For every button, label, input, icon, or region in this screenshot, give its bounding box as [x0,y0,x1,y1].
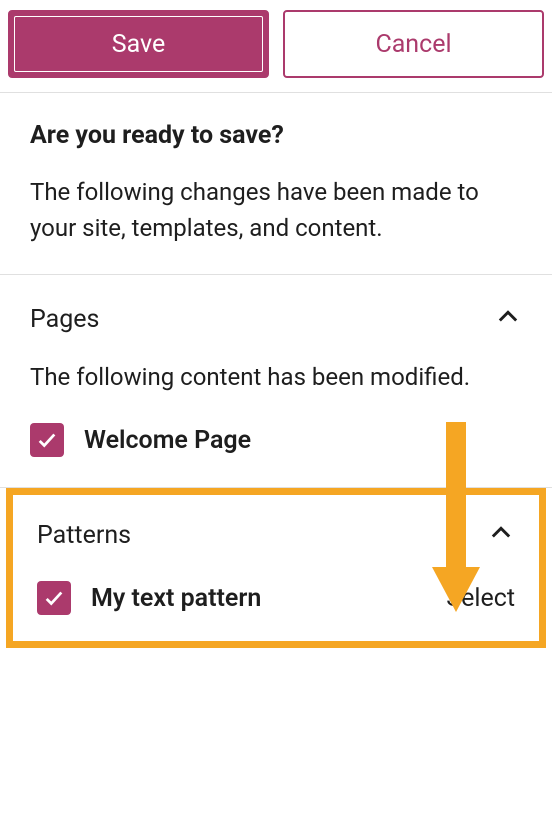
patterns-highlight: Patterns My text pattern Select [6,488,546,648]
patterns-title: Patterns [37,521,131,550]
pages-accordion: Pages The following content has been mod… [0,275,552,487]
checkbox-checked[interactable] [30,423,64,457]
pages-header[interactable]: Pages [0,275,552,335]
checkbox-checked[interactable] [37,581,71,615]
pattern-item: My text pattern Select [37,581,515,615]
chevron-up-icon [494,303,522,335]
check-icon [43,587,65,609]
patterns-body: My text pattern Select [13,551,539,641]
pages-title: Pages [30,305,99,334]
save-dialog: Save Cancel Are you ready to save? The f… [0,0,552,648]
patterns-header[interactable]: Patterns [13,495,539,551]
cancel-button[interactable]: Cancel [283,10,544,78]
chevron-up-icon [487,519,515,551]
action-buttons: Save Cancel [0,0,552,92]
save-button[interactable]: Save [8,10,269,78]
cancel-button-label: Cancel [375,30,451,59]
patterns-accordion: Patterns My text pattern Select [13,495,539,641]
pages-description: The following content has been modified. [30,359,522,395]
pages-body: The following content has been modified.… [0,335,552,487]
intro-text: The following changes have been made to … [30,174,522,246]
check-icon [36,429,58,451]
intro-title: Are you ready to save? [30,121,522,150]
page-item: Welcome Page [30,423,522,457]
select-action[interactable]: Select [446,584,515,613]
intro-section: Are you ready to save? The following cha… [0,93,552,274]
pattern-item-label: My text pattern [91,584,426,613]
page-item-label: Welcome Page [84,426,522,455]
save-button-label: Save [112,30,165,59]
